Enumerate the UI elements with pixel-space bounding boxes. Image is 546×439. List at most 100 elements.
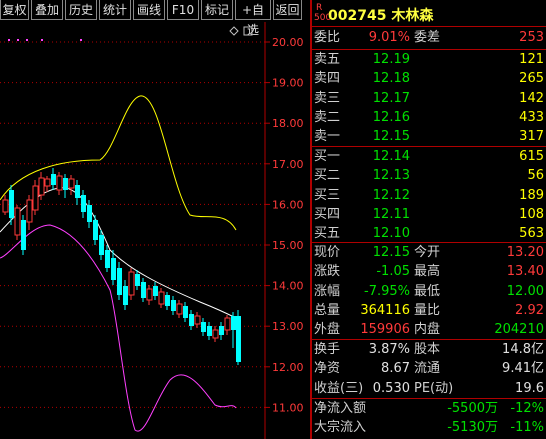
sell-label: 卖五 [314,52,341,67]
quote-row: 外盘 159906 内盘 204210 [312,320,546,340]
back-button[interactable]: 返回 [273,0,302,20]
price-tick-label: 13.00 [272,320,304,333]
quote-label: 涨幅 [314,283,341,299]
candle-body [189,314,194,326]
flow-amount: -5500万 [447,401,498,416]
candle-body [32,185,39,211]
weibi-value: 9.01% [368,30,410,45]
candle-body [56,175,63,191]
quote-row: 总量 364116 量比 2.92 [312,301,546,321]
fund-flow-row: 大宗流入 -5130万 -11% [312,418,546,438]
price-tick-label: 14.00 [272,280,304,293]
stock-title: R 500 002745 木林森 [312,0,546,26]
price-tick-label: 18.00 [272,117,304,130]
sell-row: 卖二 12.16 433 [312,108,546,128]
sell-price: 12.18 [372,71,410,87]
toolbar: 复权 叠加 历史 统计 画线 F10 标记 +自选 返回 [0,0,310,37]
candle-body [99,235,104,255]
sell-row: 卖三 12.17 142 [312,89,546,109]
buy-row: 买二 12.13 56 [312,166,546,186]
quote-label-2: 最低 [414,283,441,299]
quote-value-2: 2.92 [515,302,544,318]
candle-body [135,274,140,286]
price-tick-label: 16.00 [272,198,304,211]
buy-price: 12.14 [372,149,410,164]
candle-body [38,177,45,196]
fundamental-row: 换手 3.87% 股本 14.8亿 [312,340,546,360]
quote-label: 现价 [314,245,341,260]
fuquan-button[interactable]: 复权 [0,0,29,20]
candle-body [51,174,56,185]
fund-value-2: 9.41亿 [502,361,544,377]
quote-label-2: 内盘 [414,322,441,338]
price-tick-label: 11.00 [272,401,304,414]
quote-value: 12.15 [372,245,410,260]
fund-label: 换手 [314,342,341,357]
candle-body [93,220,98,240]
quote-value: -7.95% [364,283,410,299]
quote-value: 159906 [360,322,410,338]
add-watchlist-button[interactable]: +自选 [235,0,271,37]
candle-body [201,322,206,332]
kline-chart[interactable]: 20.00 19.00 18.00 17.00 16.00 15.00 14.00 13.00… [0,22,310,439]
diamond-icon[interactable] [229,26,239,36]
fund-label-2: 股本 [414,342,441,357]
buy-price: 12.13 [372,168,410,184]
candle-body [224,317,231,331]
fund-label-2: 流通 [414,361,441,377]
quote-value: -1.05 [376,264,410,280]
sell-price: 12.17 [372,90,410,106]
buy-volume: 189 [519,187,544,203]
price-grid [0,41,270,408]
sell-label: 卖一 [314,129,341,145]
price-tick-label: 20.00 [272,36,304,49]
fund-label-2: PE(动) [414,380,454,396]
price-tick-label: 12.00 [272,361,304,374]
buy-label: 买一 [314,149,341,164]
candle-body [128,271,135,296]
quote-row: 现价 12.15 今开 13.20 [312,243,546,263]
square-icon[interactable] [243,26,253,36]
statistics-button[interactable]: 统计 [99,0,131,20]
overlay-button[interactable]: 叠加 [31,0,63,20]
candle-body [44,178,51,187]
mark-button[interactable]: 标记 [201,0,233,20]
candle-body [158,291,165,305]
candle-body [111,258,116,280]
fund-label: 净资 [314,361,341,377]
buy-row: 买四 12.11 108 [312,205,546,225]
weicha-label: 委差 [414,30,441,45]
sell-row: 卖四 12.18 265 [312,69,546,89]
candle-body [146,288,153,301]
candle-body [236,316,241,362]
buy-volume: 615 [519,149,544,164]
history-button[interactable]: 历史 [65,0,97,20]
buy-volume: 56 [527,168,544,184]
candle-body [2,199,9,213]
weicha-value: 253 [519,30,544,45]
candle-body [207,326,212,336]
draw-line-button[interactable]: 画线 [133,0,165,20]
buy-label: 买二 [314,168,341,184]
candle-body [183,306,188,318]
quote-label: 涨跌 [314,264,341,280]
candle-body [165,295,170,306]
sell-volume: 317 [519,129,544,145]
fund-value: 8.67 [381,361,410,377]
candle-body [194,315,201,325]
quote-row: 涨跌 -1.05 最高 13.40 [312,262,546,282]
fund-value: 0.530 [372,380,410,396]
buy-price: 12.12 [372,187,410,203]
price-tick-label: 17.00 [272,158,304,171]
candle-body [105,250,110,268]
sell-label: 卖三 [314,90,341,106]
sell-price: 12.16 [372,109,410,125]
candle-body [176,303,183,315]
fund-flow-row: 净流入额 -5500万 -12% [312,399,546,419]
candle-body [68,178,75,189]
fundamental-row: 收益(三) 0.530 PE(动) 19.6 [312,379,546,399]
sell-volume: 265 [519,71,544,87]
f10-button[interactable]: F10 [167,0,199,20]
sell-row: 卖五 12.19 121 [312,50,546,70]
fund-label: 收益(三) [314,380,364,396]
